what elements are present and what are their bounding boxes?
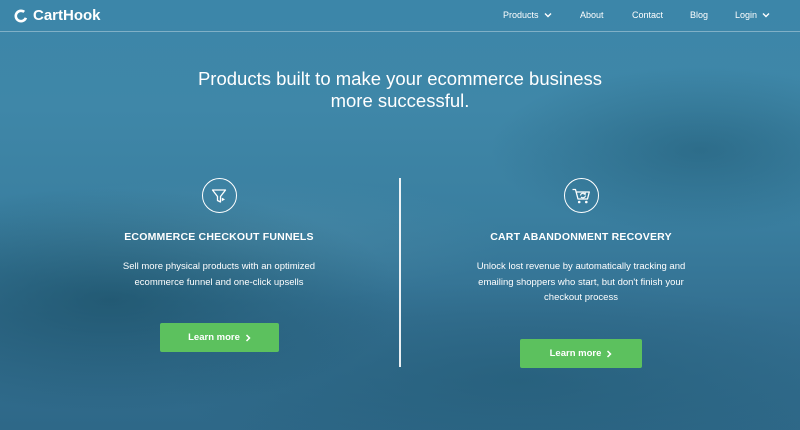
brand-logo[interactable]: CartHook <box>14 7 101 24</box>
feature-description: Unlock lost revenue by automatically tra… <box>476 261 686 303</box>
nav-login-label: Login <box>735 10 758 20</box>
chevron-right-icon <box>245 333 251 342</box>
hero-headline-line2: more successful. <box>330 90 470 111</box>
chevron-right-icon <box>607 349 612 358</box>
feature-checkout-funnels: ECOMMERCE CHECKOUT FUNNELS Sell more phy… <box>69 178 369 290</box>
nav-contact[interactable]: Contact <box>632 10 663 20</box>
nav-blog[interactable]: Blog <box>690 10 708 20</box>
hero-headline: Products built to make your ecommerce bu… <box>0 68 800 112</box>
nav-products[interactable]: Products <box>503 10 552 20</box>
nav-products-label: Products <box>503 10 539 20</box>
learn-more-button-recovery[interactable]: Learn more <box>520 339 642 368</box>
column-divider <box>399 178 401 367</box>
top-navbar: CartHook Products About Contact Blog Log… <box>0 0 800 32</box>
button-label: Learn more <box>549 348 602 359</box>
funnel-icon <box>201 178 237 213</box>
nav-login[interactable]: Login <box>735 10 770 20</box>
nav-about[interactable]: About <box>580 10 604 20</box>
feature-title: CART ABANDONMENT RECOVERY <box>490 231 672 243</box>
button-label: Learn more <box>188 332 240 343</box>
hero-headline-line1: Products built to make your ecommerce bu… <box>197 68 603 89</box>
feature-title: ECOMMERCE CHECKOUT FUNNELS <box>124 231 314 243</box>
carthook-logo-icon <box>14 9 28 22</box>
chevron-down-icon <box>762 13 770 18</box>
cart-recovery-icon <box>563 178 599 213</box>
brand-name: CartHook <box>33 7 101 24</box>
chevron-down-icon <box>544 13 552 18</box>
feature-description: Sell more physical products with an opti… <box>122 261 316 288</box>
feature-cart-recovery: CART ABANDONMENT RECOVERY Unlock lost re… <box>431 178 731 306</box>
learn-more-button-funnels[interactable]: Learn more <box>160 323 279 352</box>
